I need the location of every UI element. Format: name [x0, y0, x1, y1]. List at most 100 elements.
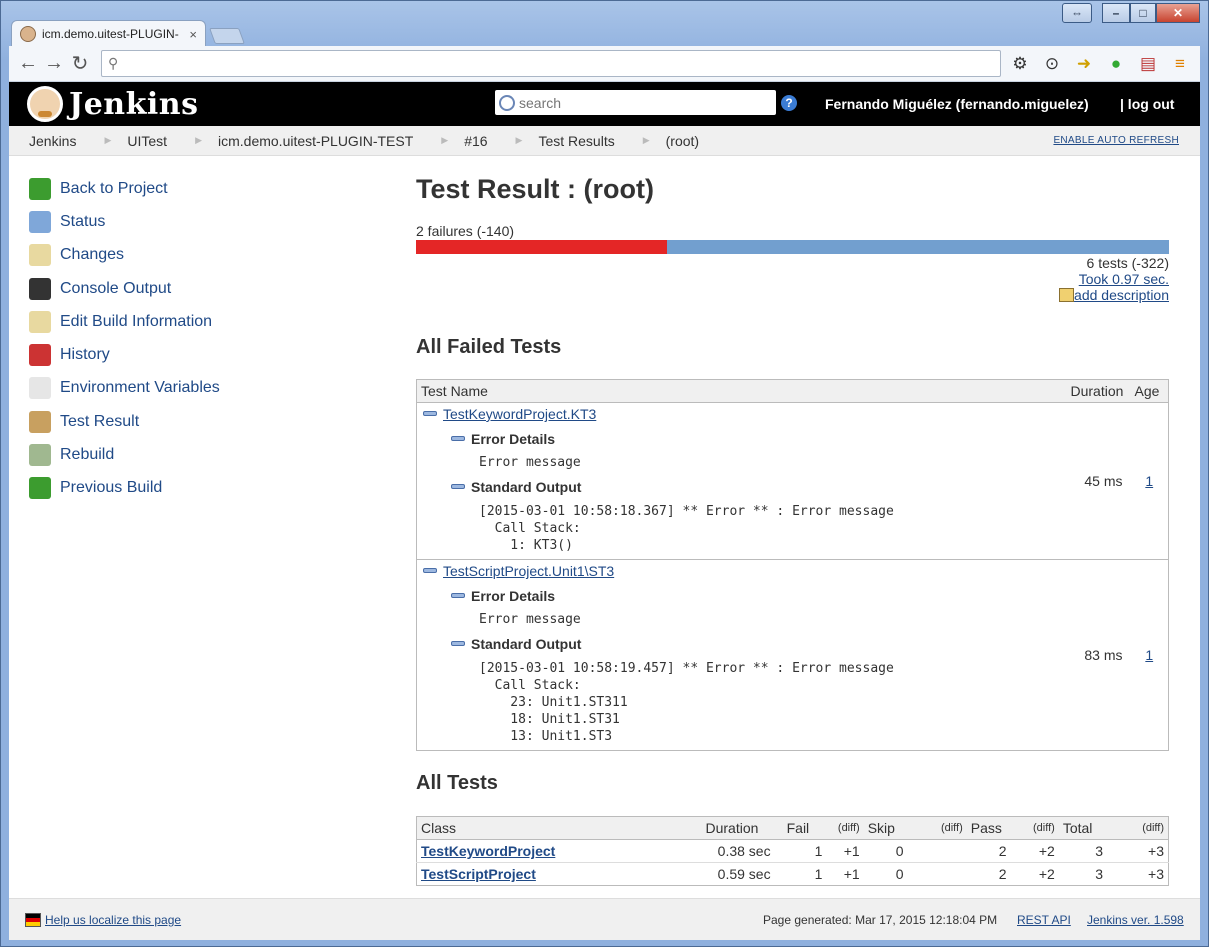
close-window-button[interactable]: ✕	[1156, 3, 1200, 23]
all-tests-col-header[interactable]: Pass	[966, 816, 1011, 840]
all-tests-col-header[interactable]: (diff)	[826, 816, 864, 840]
breadcrumb-job[interactable]: icm.demo.uitest-PLUGIN-TEST	[218, 133, 413, 149]
sidebar-item[interactable]: History	[29, 338, 329, 371]
page-title: Test Result : (root)	[416, 174, 654, 204]
sidebar-item-label: History	[60, 346, 110, 364]
tab-title: icm.demo.uitest-PLUGIN-	[42, 27, 179, 41]
maximize-button[interactable]: □	[1130, 3, 1156, 23]
breadcrumb-root[interactable]: (root)	[666, 133, 699, 149]
gear-icon[interactable]: ⚙	[1011, 54, 1029, 74]
forward-arrow-icon[interactable]: →	[41, 52, 67, 75]
sidebar-item[interactable]: Environment Variables	[29, 372, 329, 405]
all-tests-col-header[interactable]: Total	[1058, 816, 1108, 840]
cell-total: 3	[1095, 843, 1104, 859]
all-tests-row: TestKeywordProject 0.38 sec 1 +1 0 2 +2 3 +3	[416, 839, 1169, 863]
test-age-link[interactable]: 1	[1145, 473, 1153, 489]
all-tests-col-header[interactable]: (diff)	[907, 816, 967, 840]
collapse-icon[interactable]	[423, 411, 437, 416]
sidebar-item[interactable]: Test Result	[29, 405, 329, 438]
minimize-button[interactable]: –	[1102, 3, 1130, 23]
error-message: Error message	[479, 612, 581, 627]
document-icon	[29, 377, 51, 400]
tab-strip: icm.demo.uitest-PLUGIN- ×	[11, 19, 245, 47]
search-input[interactable]	[519, 94, 759, 111]
collapse-icon[interactable]	[451, 436, 465, 441]
breadcrumb-uitest[interactable]: UITest	[127, 133, 167, 149]
took-link[interactable]: Took 0.97 sec.	[1079, 271, 1169, 287]
localize-text: Help us localize this page	[45, 913, 182, 927]
user-name-link[interactable]: Fernando Miguélez (fernando.miguelez)	[825, 96, 1089, 112]
green-pin-icon[interactable]: ●	[1107, 54, 1125, 74]
breadcrumb-jenkins[interactable]: Jenkins	[29, 133, 76, 149]
add-description-link[interactable]: add description	[1074, 287, 1169, 303]
up-arrow-icon	[29, 177, 51, 200]
collapse-icon[interactable]	[451, 641, 465, 646]
search-icon	[499, 94, 515, 111]
breadcrumb-build[interactable]: #16	[464, 133, 487, 149]
sidebar-item[interactable]: Changes	[29, 239, 329, 272]
col-duration: Duration	[1066, 379, 1131, 403]
tab-close-icon[interactable]: ×	[189, 27, 197, 42]
failed-portion	[416, 240, 667, 254]
breadcrumb-test-results[interactable]: Test Results	[538, 133, 614, 149]
left-arrow-icon	[29, 477, 51, 500]
all-tests-col-header[interactable]: Skip	[863, 816, 908, 840]
settings-circle-icon[interactable]: ⊙	[1043, 54, 1061, 74]
address-bar[interactable]: ⚲	[101, 50, 1001, 77]
sidebar-item[interactable]: Console Output	[29, 272, 329, 305]
help-icon[interactable]: ?	[781, 95, 797, 111]
jenkins-logo[interactable]: Jenkins	[27, 86, 198, 122]
cell-fail: 1	[814, 866, 823, 882]
flag-icon[interactable]: ▤	[1139, 54, 1157, 74]
search-box[interactable]	[495, 90, 776, 115]
collapse-icon[interactable]	[423, 568, 437, 573]
sidebar-item-label: Console Output	[60, 279, 172, 297]
sidebar-item[interactable]: Status	[29, 205, 329, 238]
all-tests-col-header[interactable]: Fail	[782, 816, 827, 840]
class-link[interactable]: TestKeywordProject	[421, 843, 555, 859]
back-arrow-icon[interactable]: ←	[15, 52, 41, 75]
collapse-icon[interactable]	[451, 484, 465, 489]
sidebar-item[interactable]: Rebuild	[29, 438, 329, 471]
localize-link[interactable]: Help us localize this page	[25, 913, 181, 927]
all-tests-col-header[interactable]: (diff)	[1107, 816, 1169, 840]
all-tests-col-header[interactable]: (diff)	[1010, 816, 1059, 840]
jenkins-version-link[interactable]: Jenkins ver. 1.598	[1087, 913, 1184, 927]
error-details-label: Error Details	[471, 431, 556, 447]
standard-output: [2015-03-01 10:58:19.457] ** Error ** : …	[479, 661, 894, 744]
standard-output: [2015-03-01 10:58:18.367] ** Error ** : …	[479, 504, 894, 553]
sidebar-item[interactable]: Previous Build	[29, 472, 329, 505]
class-link[interactable]: TestScriptProject	[421, 866, 536, 882]
reload-icon[interactable]: ↻	[67, 51, 93, 76]
test-name-link[interactable]: TestScriptProject.Unit1\ST3	[443, 563, 614, 579]
rest-api-link[interactable]: REST API	[1017, 913, 1071, 927]
enable-auto-refresh-link[interactable]: ENABLE AUTO REFRESH	[1053, 135, 1179, 146]
test-age-link[interactable]: 1	[1145, 647, 1153, 663]
all-tests-heading: All Tests	[416, 772, 498, 794]
standard-output-label: Standard Output	[471, 636, 582, 652]
failed-tests-table: Test Name Duration Age TestKeywordProjec…	[416, 379, 1169, 751]
collapse-icon[interactable]	[451, 593, 465, 598]
all-tests-col-header[interactable]: Duration	[701, 816, 783, 840]
test-name-link[interactable]: TestKeywordProject.KT3	[443, 406, 596, 422]
breadcrumb-separator-icon: ▶	[642, 135, 650, 145]
all-tests-col-header[interactable]: Class	[416, 816, 702, 840]
failed-test-row: TestKeywordProject.KT3 Error Details Error…	[416, 403, 1169, 560]
sidebar-item[interactable]: Back to Project	[29, 172, 329, 205]
test-duration: 83 ms	[1084, 647, 1123, 663]
extension-icon[interactable]: ➜	[1075, 54, 1093, 74]
search-icon: ⚲	[108, 55, 119, 71]
cell-duration: 0.59 sec	[717, 866, 771, 882]
browser-tab[interactable]: icm.demo.uitest-PLUGIN- ×	[11, 20, 206, 47]
new-tab-button[interactable]	[209, 28, 245, 44]
cell-total-diff: +3	[1148, 843, 1164, 859]
tests-summary: 6 tests (-322)	[1086, 255, 1169, 271]
logout-link[interactable]: | log out	[1120, 96, 1174, 112]
flag-icon	[25, 913, 41, 927]
cell-skip: 0	[895, 866, 904, 882]
menu-icon[interactable]: ≡	[1171, 54, 1189, 74]
window-resize-button[interactable]: ⇔	[1062, 3, 1092, 23]
breadcrumb: Jenkins ▶ UITest ▶ icm.demo.uitest-PLUGI…	[9, 126, 1200, 156]
failure-summary: 2 failures (-140)	[416, 223, 515, 239]
sidebar-item[interactable]: Edit Build Information	[29, 305, 329, 338]
